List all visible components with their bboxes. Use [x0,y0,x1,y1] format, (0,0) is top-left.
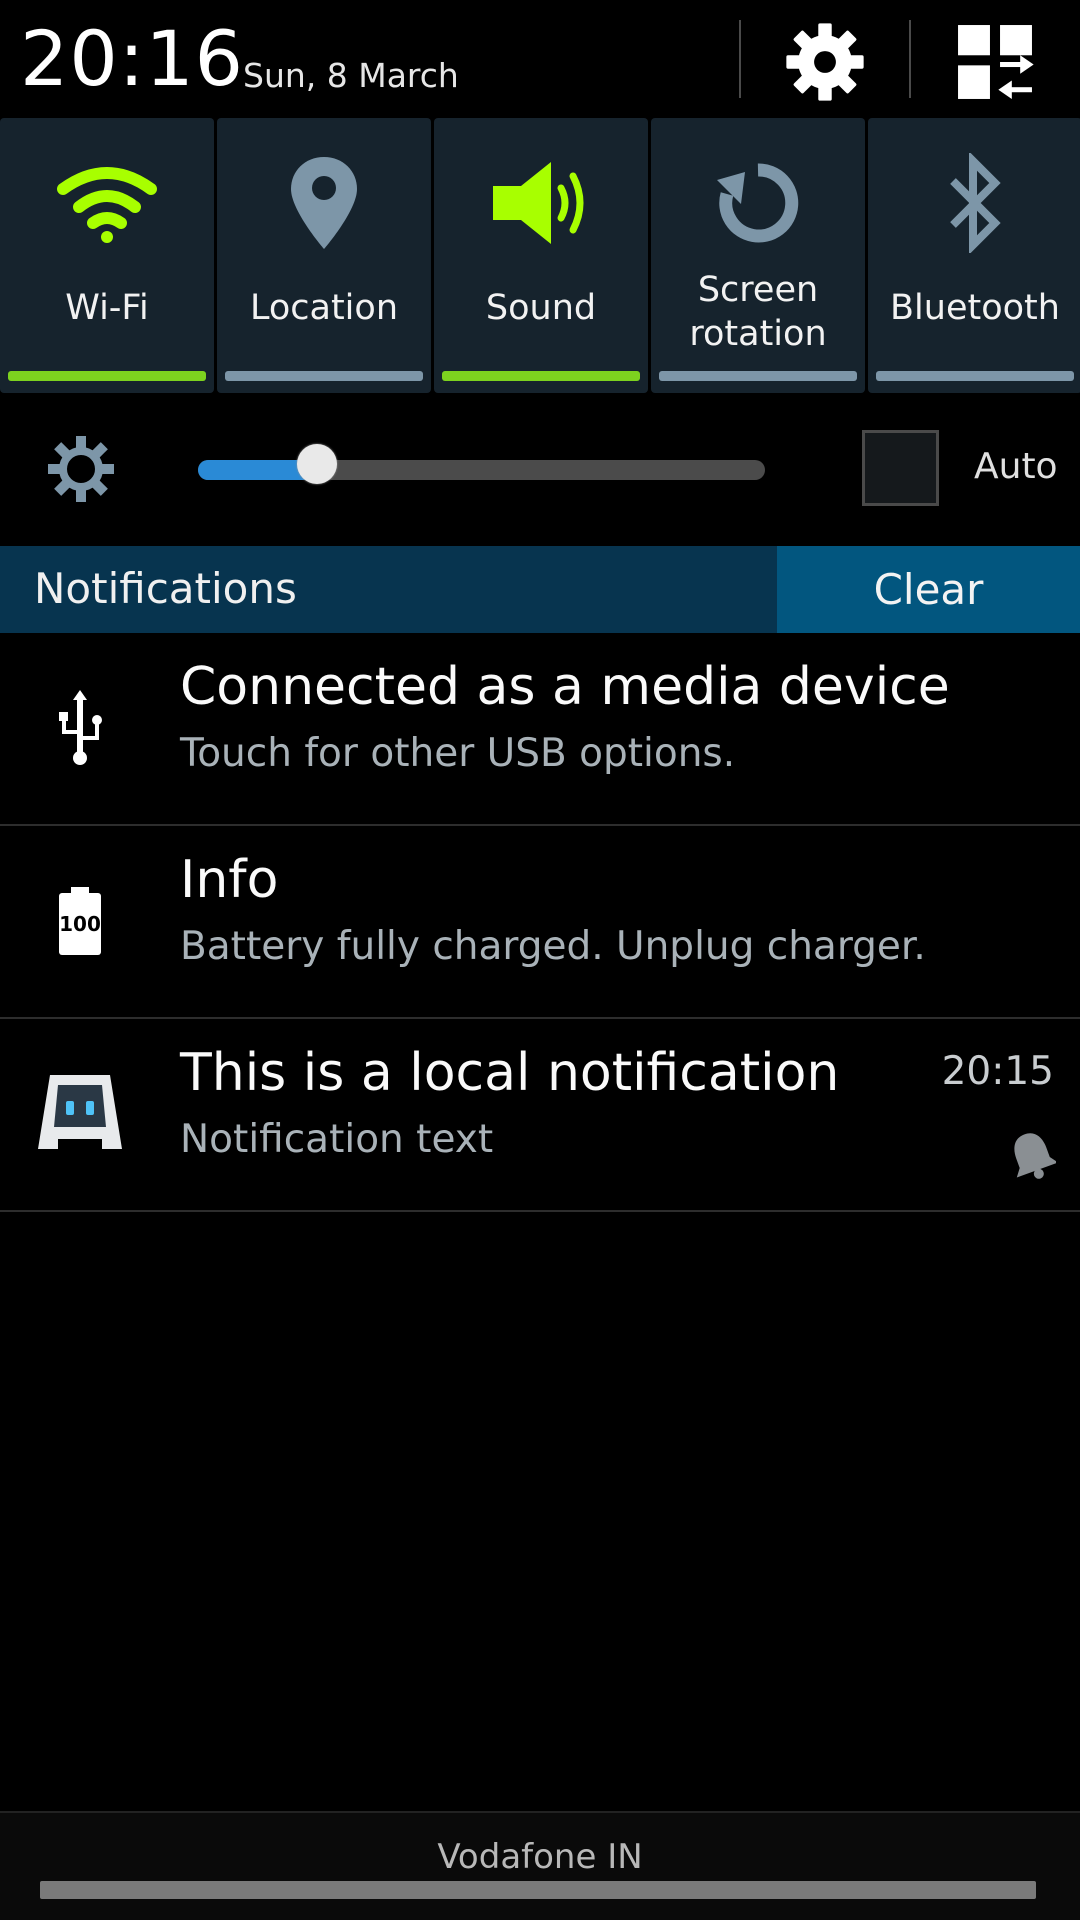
notification-text: Touch for other USB options. [180,731,736,776]
notification-battery[interactable]: 100 Info Battery fully charged. Unplug c… [0,826,1080,1019]
tile-label: Bluetooth [890,288,1060,328]
cordova-robot-icon [38,1075,122,1149]
tile-bluetooth[interactable]: Bluetooth [868,118,1080,393]
carrier-footer: Vodafone IN [0,1811,1080,1920]
auto-brightness-checkbox[interactable] [862,430,939,506]
tile-state-bar [876,371,1074,381]
settings-button[interactable] [775,14,875,110]
tile-label: Sound [485,288,597,328]
location-pin-icon [291,157,357,249]
quick-settings-panel: Wi-Fi Location Sound Screen rotation Blu… [0,118,1080,394]
clock: 20:16 [20,14,245,103]
tile-sound[interactable]: Sound [434,118,648,393]
brightness-sun-icon [48,436,114,502]
notifications-title: Notifications [34,564,297,613]
status-header: 20:16 Sun, 8 March [0,0,1080,118]
tile-label-text: Screen rotation [689,270,827,354]
tile-state-bar [659,371,857,381]
notification-local[interactable]: This is a local notification Notificatio… [0,1019,1080,1212]
brightness-slider-thumb[interactable] [297,444,338,484]
panel-drag-handle[interactable] [40,1881,1036,1899]
notification-text: Battery fully charged. Unplug charger. [180,924,926,969]
tile-wifi[interactable]: Wi-Fi [0,118,214,393]
carrier-label: Vodafone IN [437,1837,643,1877]
tile-screen-rotation[interactable]: Screen rotation [651,118,865,393]
header-divider [909,20,911,98]
bluetooth-icon [950,153,1001,253]
notification-title: Connected as a media device [180,657,950,717]
brightness-slider[interactable] [198,460,765,480]
notification-time: 20:15 [941,1049,1054,1094]
clear-button[interactable]: Clear [777,546,1080,633]
tile-location[interactable]: Location [217,118,431,393]
tile-label: Location [249,288,399,328]
edit-quick-settings-button[interactable] [945,14,1045,110]
speaker-icon [493,162,584,244]
rotate-icon [717,163,799,243]
tile-state-bar [442,371,640,381]
auto-brightness-label: Auto [974,446,1058,487]
notification-title: Info [180,850,279,910]
tile-label: Wi-Fi [65,288,149,328]
notification-text: Notification text [180,1117,494,1162]
notifications-header: Notifications Clear [0,546,1080,633]
tile-state-bar [225,371,423,381]
battery-level-text: 100 [59,912,101,936]
usb-icon [59,690,102,765]
brightness-row: Auto [0,394,1080,546]
grid-swap-icon [958,25,1034,99]
tile-state-bar [8,371,206,381]
bell-icon [1014,1133,1056,1179]
tile-label: Screen rotation [651,268,865,356]
wifi-icon [57,167,157,243]
date-label: Sun, 8 March [243,56,459,95]
battery-icon: 100 [59,887,101,955]
header-divider [739,20,741,98]
gear-icon [786,23,864,101]
notification-usb[interactable]: Connected as a media device Touch for ot… [0,633,1080,826]
notification-title: This is a local notification [180,1043,840,1103]
